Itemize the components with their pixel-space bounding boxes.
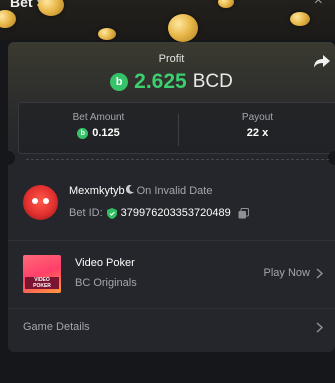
ticket-notch-left xyxy=(1,151,15,165)
play-now-label: Play Now xyxy=(263,267,310,279)
bet-id-label: Bet ID: xyxy=(69,207,103,219)
chevron-right-icon xyxy=(316,322,323,333)
bcd-coin-icon: b xyxy=(110,73,129,91)
user-row: Mexmkytyb On Invalid Date Bet ID: 3799762… xyxy=(23,182,323,227)
game-details-row[interactable]: Game Details xyxy=(23,321,323,341)
decorative-coin xyxy=(168,14,198,42)
decorative-coin xyxy=(0,10,16,28)
bet-stats: Bet Amount b 0.125 Payout 22 x xyxy=(18,102,335,154)
game-thumbnail-label: VIDEO POKER xyxy=(25,277,59,289)
bet-id-value: 379976203353720489 xyxy=(120,207,231,219)
game-row[interactable]: VIDEO POKER Video Poker BC Originals Pla… xyxy=(23,255,323,295)
section-divider xyxy=(8,240,335,241)
bcd-coin-icon: b xyxy=(77,127,89,139)
bet-amount-stat: Bet Amount b 0.125 xyxy=(19,103,178,153)
username-line: Mexmkytyb On Invalid Date xyxy=(69,184,213,197)
game-provider: BC Originals xyxy=(75,277,137,289)
profit-row: b 2.625 BCD xyxy=(8,70,335,94)
bet-amount-row: b 0.125 xyxy=(19,127,178,139)
username[interactable]: Mexmkytyb xyxy=(69,185,125,197)
decorative-coin xyxy=(38,0,64,16)
decorative-coin xyxy=(98,28,116,40)
bet-amount-label: Bet Amount xyxy=(72,112,125,123)
bottom-background xyxy=(0,354,335,383)
avatar-eye xyxy=(43,198,49,204)
game-details-label: Game Details xyxy=(23,321,90,333)
ticket-notch-right xyxy=(328,151,335,165)
profit-label: Profit xyxy=(158,53,185,65)
share-icon[interactable] xyxy=(313,52,331,70)
payout-value: 22 x xyxy=(246,127,269,139)
chevron-right-icon xyxy=(316,267,323,279)
shield-icon xyxy=(106,207,117,219)
bet-slip-card: Profit b 2.625 BCD Bet Amount b 0.125 Pa… xyxy=(1,42,335,352)
dashed-divider xyxy=(26,159,329,160)
game-name: Video Poker xyxy=(75,257,135,269)
profit-value: 2.625 xyxy=(134,70,187,93)
top-bar: Bet Slip × xyxy=(0,0,335,42)
profit-currency: BCD xyxy=(192,71,233,92)
section-divider xyxy=(8,308,335,309)
play-now-button[interactable]: Play Now xyxy=(264,267,323,279)
decorative-coin xyxy=(290,12,310,26)
bet-amount-value: 0.125 xyxy=(92,127,120,139)
avatar[interactable] xyxy=(23,185,58,220)
game-thumbnail[interactable]: VIDEO POKER xyxy=(23,255,61,293)
decorative-coin xyxy=(218,0,234,8)
copy-icon[interactable] xyxy=(238,207,249,219)
moon-icon xyxy=(125,184,134,194)
bet-date: On Invalid Date xyxy=(136,185,213,197)
avatar-eye xyxy=(32,198,38,204)
payout-label: Payout xyxy=(241,112,274,123)
bet-id-row: Bet ID: 379976203353720489 xyxy=(69,207,249,219)
payout-stat: Payout 22 x xyxy=(178,103,335,153)
close-icon[interactable]: × xyxy=(314,0,323,10)
